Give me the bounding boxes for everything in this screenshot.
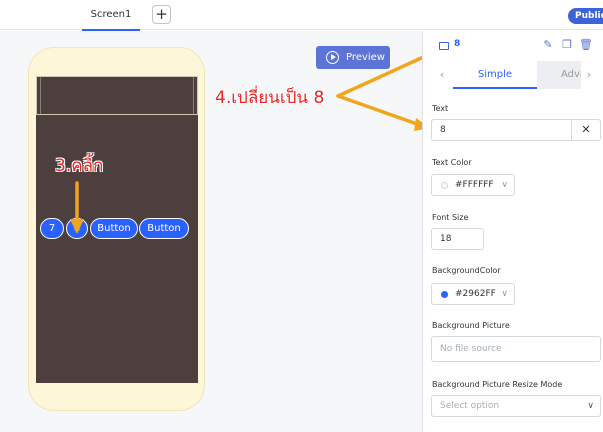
white-swatch-icon xyxy=(441,182,448,189)
component-header: 8 ✎ ❐ 🗑 xyxy=(423,31,603,60)
bg-color-label: BackgroundColor xyxy=(432,266,501,275)
resize-mode-placeholder: Select option xyxy=(440,401,500,411)
bg-picture-label: Background Picture xyxy=(432,321,510,330)
change-annotation: 4.เปลี่ยนเป็น 8 xyxy=(215,88,325,108)
tab-advanced[interactable]: Advanced xyxy=(537,61,581,89)
chevron-down-icon: ∨ xyxy=(587,401,594,411)
delete-icon[interactable]: 🗑 xyxy=(579,39,593,51)
tab-simple[interactable]: Simple xyxy=(453,61,537,89)
app-button-3[interactable]: Button xyxy=(90,218,138,239)
app-button-4[interactable]: Button xyxy=(139,218,189,239)
phone-header[interactable] xyxy=(36,76,198,115)
bg-color-picker[interactable]: #2962FF ∨ xyxy=(431,283,515,305)
blue-swatch-icon xyxy=(441,291,448,298)
font-size-input[interactable]: 18 xyxy=(431,228,484,250)
bg-picture-input[interactable]: No file source xyxy=(431,336,601,362)
tab-screen1[interactable]: Screen1 xyxy=(82,0,140,31)
resize-mode-label: Background Picture Resize Mode xyxy=(432,380,563,389)
preview-label: Preview xyxy=(346,52,385,63)
font-size-label: Font Size xyxy=(432,213,469,222)
screen-tab-bar: Screen1 + Public xyxy=(0,0,603,31)
clear-text-button[interactable]: ✕ xyxy=(571,119,601,141)
component-name[interactable]: 8 xyxy=(454,39,460,49)
chevron-down-icon: ∨ xyxy=(501,289,508,299)
resize-mode-select[interactable]: Select option ∨ xyxy=(431,395,601,417)
edit-icon[interactable]: ✎ xyxy=(542,39,554,51)
text-color-value: #FFFFFF xyxy=(455,180,494,190)
tabs-right-arrow-icon[interactable]: › xyxy=(581,61,597,89)
design-canvas: 7 8 Button Button Preview xyxy=(0,31,422,432)
property-tabs: ‹ Simple Advanced › xyxy=(423,61,603,89)
app-window: Screen1 + Public 7 8 Button Button Previ… xyxy=(0,0,603,432)
text-label: Text xyxy=(432,104,449,113)
properties-panel: 8 ✎ ❐ 🗑 ‹ Simple Advanced › Text 8 ✕ Tex… xyxy=(422,31,603,432)
add-screen-button[interactable]: + xyxy=(152,5,171,24)
play-circle-icon xyxy=(326,51,339,64)
text-color-picker[interactable]: #FFFFFF ∨ xyxy=(431,174,515,196)
chevron-down-icon: ∨ xyxy=(501,180,508,190)
text-color-label: Text Color xyxy=(432,158,472,167)
app-button-8[interactable]: 8 xyxy=(66,218,88,239)
text-input[interactable]: 8 xyxy=(431,119,572,141)
preview-button[interactable]: Preview xyxy=(316,46,390,69)
copy-icon[interactable]: ❐ xyxy=(561,39,573,51)
tabs-left-arrow-icon[interactable]: ‹ xyxy=(434,61,450,89)
button-component-icon xyxy=(439,42,449,50)
app-button-7[interactable]: 7 xyxy=(40,218,64,239)
public-button[interactable]: Public xyxy=(568,8,603,24)
click-annotation: 3.คลิ้ก xyxy=(55,156,104,176)
bg-color-value: #2962FF xyxy=(455,289,496,299)
phone-frame: 7 8 Button Button xyxy=(28,47,205,411)
